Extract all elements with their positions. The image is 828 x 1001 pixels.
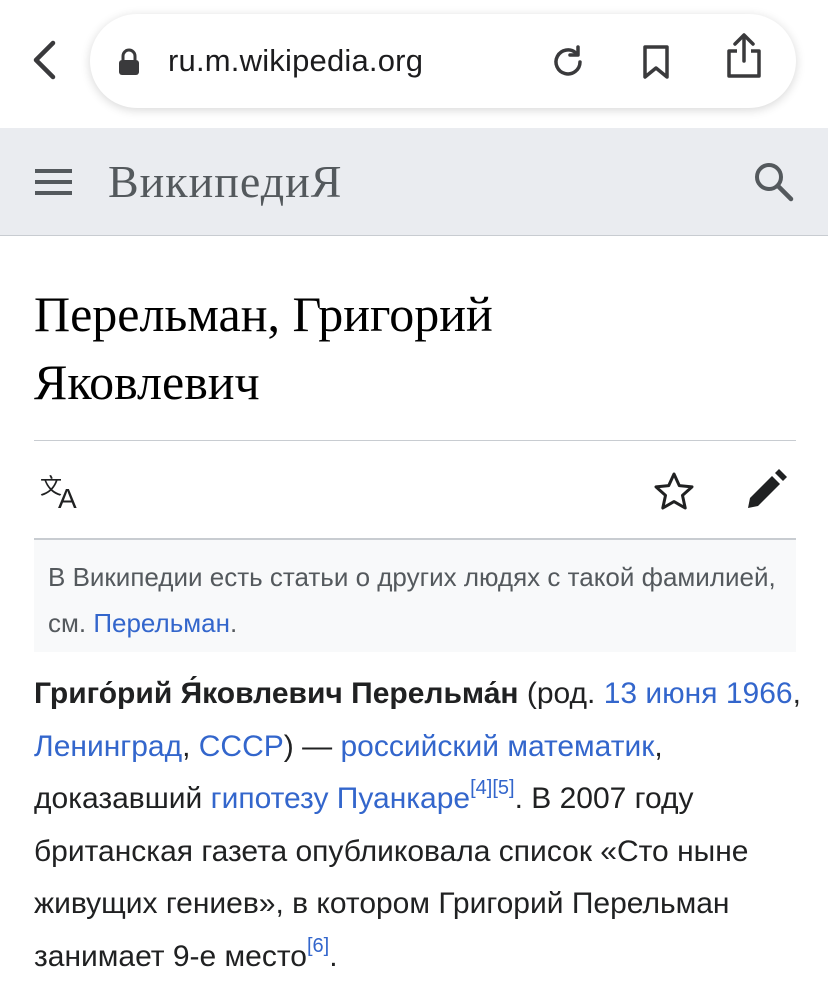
back-button[interactable] bbox=[22, 38, 66, 82]
lead-text: , bbox=[182, 729, 199, 763]
url-text: ru.m.wikipedia.org bbox=[168, 43, 424, 78]
share-icon bbox=[727, 33, 761, 78]
menu-icon bbox=[35, 169, 72, 195]
lead-text: , bbox=[792, 677, 801, 710]
hatnote: В Википедии есть статьи о других людях с… bbox=[34, 540, 796, 652]
hatnote-end: . bbox=[229, 608, 238, 638]
hatnote-link[interactable]: Перельман bbox=[93, 608, 230, 638]
title-divider bbox=[34, 440, 796, 441]
search-icon bbox=[755, 163, 794, 202]
language-icon: 文 A bbox=[40, 475, 77, 514]
browser-toolbar: ru.m.wikipedia.org bbox=[0, 0, 828, 128]
lead-text: . bbox=[329, 939, 338, 973]
share-button[interactable] bbox=[724, 33, 764, 78]
lock-icon bbox=[119, 48, 139, 75]
bookmark-icon bbox=[643, 45, 669, 79]
search-button[interactable] bbox=[752, 160, 796, 204]
lead-text: (род. bbox=[518, 677, 604, 710]
address-bar[interactable]: ru.m.wikipedia.org bbox=[90, 14, 796, 108]
star-icon bbox=[654, 472, 694, 510]
page-title-line2: Яковлевич bbox=[34, 354, 260, 410]
edit-pencil-icon bbox=[748, 469, 787, 508]
lead-text: ) — bbox=[283, 729, 341, 763]
birthplace-link[interactable]: Ленинград bbox=[34, 730, 182, 763]
reference-5[interactable]: [5] bbox=[492, 777, 514, 799]
country-link[interactable]: СССР bbox=[199, 730, 284, 763]
reload-button[interactable] bbox=[548, 42, 588, 82]
conjecture-link[interactable]: гипотезу Пуанкаре bbox=[211, 782, 470, 815]
wiki-header: ВикипедиЯ bbox=[0, 128, 828, 236]
svg-text:A: A bbox=[58, 483, 77, 514]
bookmark-button[interactable] bbox=[636, 42, 676, 82]
language-button[interactable]: 文 A bbox=[38, 470, 86, 514]
reference-4[interactable]: [4] bbox=[470, 777, 492, 799]
main-menu-button[interactable] bbox=[34, 164, 74, 200]
occupation-link[interactable]: российский математик bbox=[340, 730, 654, 763]
subject-name: Григо́рий Я́ковлевич Перельма́н bbox=[34, 677, 519, 710]
lead-paragraph: Григо́рий Я́ковлевич Перельма́н (род. 13… bbox=[34, 668, 804, 983]
reference-6[interactable]: [6] bbox=[307, 935, 329, 957]
reload-icon bbox=[554, 45, 582, 76]
birth-date-link[interactable]: 13 июня 1966 bbox=[604, 677, 793, 710]
watch-star-button[interactable] bbox=[652, 470, 696, 514]
page-title: Перельман, Григорий Яковлевич bbox=[34, 280, 794, 416]
page-title-line1: Перельман, Григорий bbox=[34, 286, 493, 342]
back-chevron-icon bbox=[33, 40, 56, 80]
edit-button[interactable] bbox=[744, 468, 788, 512]
wikipedia-logo[interactable]: ВикипедиЯ bbox=[108, 154, 342, 210]
